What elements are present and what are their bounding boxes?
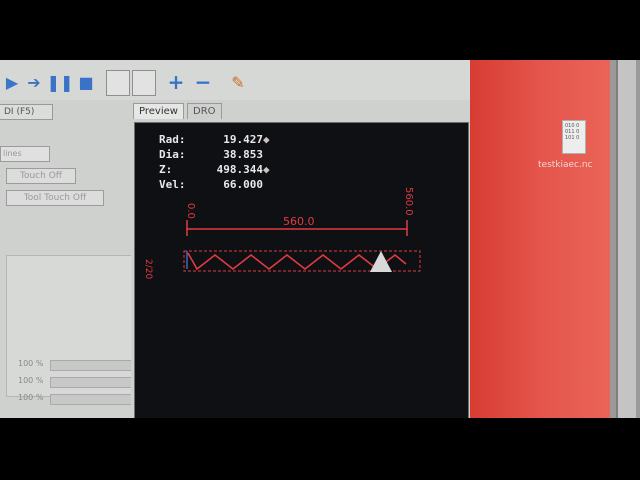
bezel-edge bbox=[616, 60, 636, 418]
toolbar: ▶ ➔ ❚❚ ■ + − ✎ bbox=[0, 60, 470, 101]
spindle-override[interactable]: 100 % bbox=[18, 393, 136, 405]
tab-dro[interactable]: DRO bbox=[187, 103, 222, 119]
dim-end-label: 560.0 bbox=[403, 187, 414, 216]
tool-touch-off-button[interactable]: Tool Touch Off bbox=[6, 190, 104, 206]
stop-icon[interactable]: ■ bbox=[76, 72, 96, 92]
tool-cone-icon bbox=[370, 251, 392, 272]
rapid-override[interactable]: 100 % bbox=[18, 376, 136, 388]
feed-override[interactable]: 100 % bbox=[18, 359, 136, 371]
mode-select[interactable]: lines bbox=[0, 146, 50, 162]
dim-length-label: 560.0 bbox=[283, 215, 315, 228]
dim-start-label: 0.0 bbox=[185, 203, 196, 219]
tool-origin-label: 2/20 bbox=[143, 259, 153, 279]
feed-override-slider[interactable] bbox=[50, 360, 134, 371]
monitor-screen: ▶ ➔ ❚❚ ■ + − ✎ DI (F5) lines Touch Off T… bbox=[0, 60, 640, 418]
desktop-background: 010 0 011 0 101 0 testkiaec.nc bbox=[470, 60, 610, 418]
nc-file-icon[interactable]: 010 0 011 0 101 0 bbox=[562, 120, 586, 154]
manual-control-panel: DI (F5) lines Touch Off Tool Touch Off 1… bbox=[0, 100, 141, 418]
step-icon[interactable]: ➔ bbox=[24, 72, 44, 92]
zoom-in-icon[interactable]: + bbox=[166, 70, 186, 94]
spindle-override-slider[interactable] bbox=[50, 394, 134, 405]
preview-canvas[interactable]: Rad: 19.427 ◆ Dia: 38.853 Z: 498.344 ◆ V… bbox=[134, 122, 469, 418]
block-delete-toggle[interactable] bbox=[106, 70, 130, 96]
tab-mdi[interactable]: DI (F5) bbox=[0, 104, 53, 120]
monitor-bezel bbox=[610, 60, 640, 418]
touch-off-button[interactable]: Touch Off bbox=[6, 168, 76, 184]
rapid-override-slider[interactable] bbox=[50, 377, 134, 388]
tab-preview[interactable]: Preview bbox=[133, 103, 184, 119]
zoom-out-icon[interactable]: − bbox=[193, 70, 213, 94]
run-icon[interactable]: ▶ bbox=[2, 72, 22, 92]
preview-window: Preview DRO Rad: 19.427 ◆ Dia: 38.853 Z:… bbox=[131, 100, 470, 418]
toolpath-plot: 0.0 560.0 560.0 2/20 bbox=[143, 187, 421, 279]
pause-icon[interactable]: ❚❚ bbox=[47, 72, 74, 92]
optional-stop-toggle[interactable] bbox=[132, 70, 156, 96]
desktop-file-label[interactable]: testkiaec.nc bbox=[538, 160, 593, 170]
clear-plot-icon[interactable]: ✎ bbox=[228, 72, 248, 92]
